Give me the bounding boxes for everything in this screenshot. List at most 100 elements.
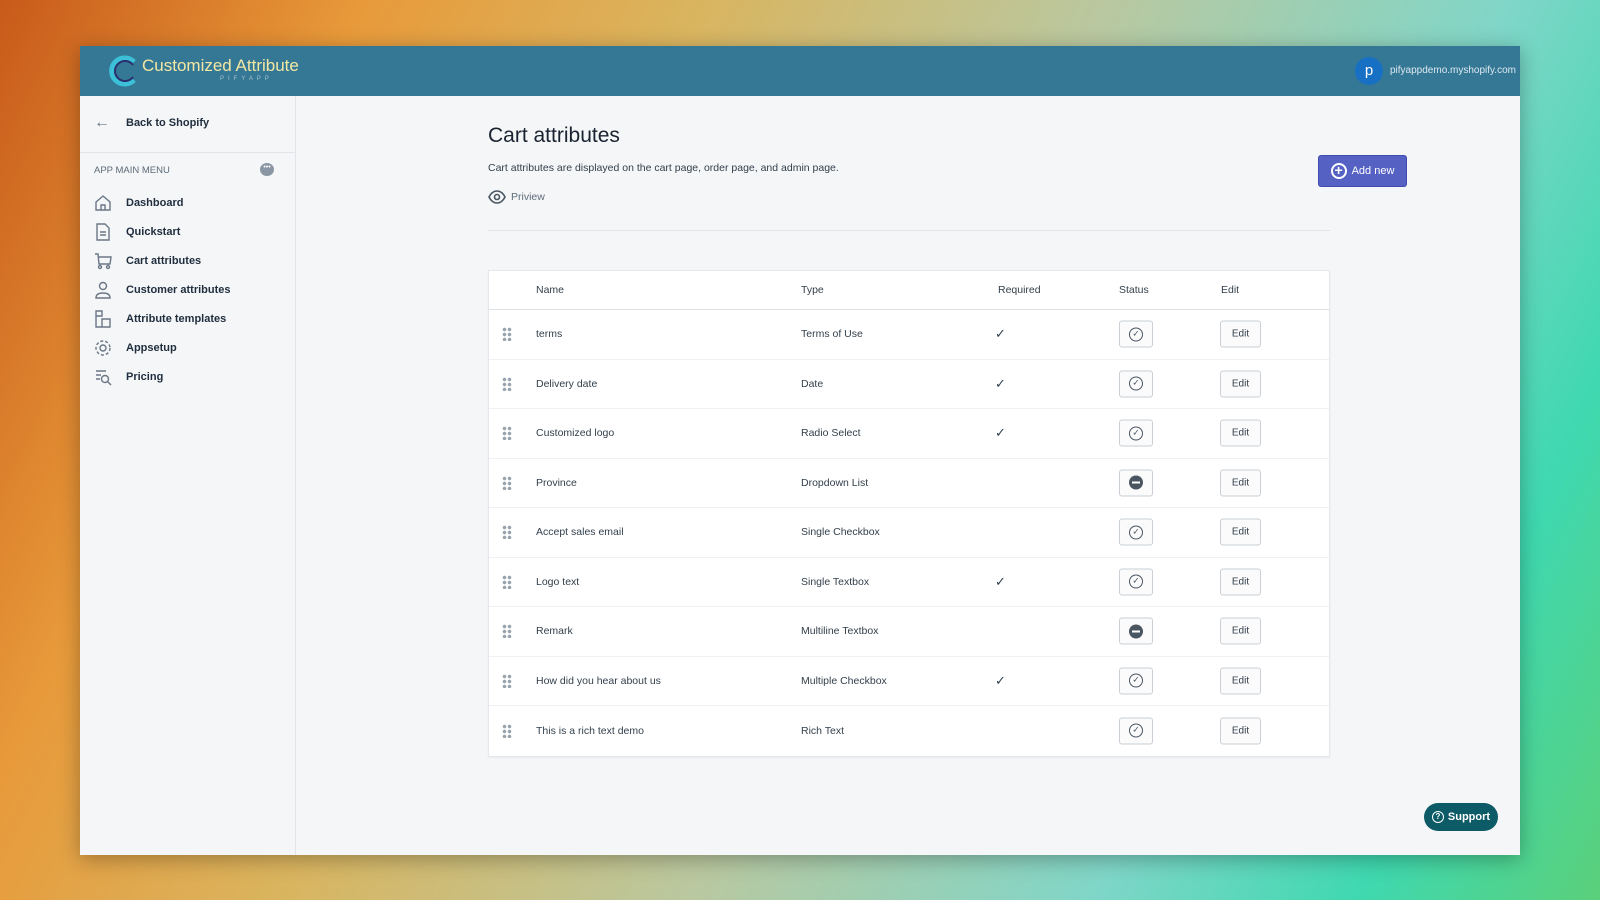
row-type: Single Textbox [801, 576, 869, 588]
edit-button[interactable]: Edit [1220, 469, 1261, 496]
sidebar-item-attribute-templates[interactable]: Attribute templates [94, 304, 231, 333]
check-circle-icon: ✓ [1129, 674, 1143, 688]
drag-handle-icon[interactable] [502, 327, 512, 341]
shop-domain[interactable]: pifyappdemo.myshopify.com [1390, 65, 1516, 76]
minus-circle-icon [1129, 624, 1143, 638]
edit-button[interactable]: Edit [1220, 618, 1261, 645]
support-label: Support [1448, 811, 1490, 823]
drag-handle-icon[interactable] [502, 377, 512, 391]
sidebar-item-label: Dashboard [126, 197, 183, 209]
table-row: How did you hear about us Multiple Check… [489, 657, 1329, 707]
edit-button[interactable]: Edit [1220, 667, 1261, 694]
row-name: Logo text [536, 576, 579, 588]
row-name: terms [536, 328, 562, 340]
table-row: Accept sales email Single Checkbox ✓ Edi… [489, 508, 1329, 558]
drag-handle-icon[interactable] [502, 525, 512, 539]
sidebar-item-cart-attributes[interactable]: Cart attributes [94, 246, 231, 275]
add-new-button[interactable]: +Add new [1318, 155, 1407, 187]
col-name: Name [536, 284, 564, 296]
check-circle-icon: ✓ [1129, 327, 1143, 341]
table-row: Remark Multiline Textbox Edit [489, 607, 1329, 657]
minus-circle-icon [1129, 476, 1143, 490]
edit-button[interactable]: Edit [1220, 717, 1261, 744]
status-toggle[interactable] [1119, 469, 1153, 496]
row-name: Delivery date [536, 378, 597, 390]
cart-icon [94, 252, 112, 270]
sidebar-item-appsetup[interactable]: Appsetup [94, 333, 231, 362]
check-circle-icon: ✓ [1129, 575, 1143, 589]
sidebar-item-label: Quickstart [126, 226, 180, 238]
table-row: This is a rich text demo Rich Text ✓ Edi… [489, 706, 1329, 756]
col-type: Type [801, 284, 824, 296]
drag-handle-icon[interactable] [502, 674, 512, 688]
row-name: Customized logo [536, 427, 614, 439]
preview-link[interactable]: Priview [488, 190, 545, 204]
sidebar-item-customer-attributes[interactable]: Customer attributes [94, 275, 231, 304]
col-status: Status [1119, 284, 1149, 296]
support-button[interactable]: ? Support [1424, 803, 1498, 831]
home-icon [94, 194, 112, 212]
brand-name: Customized Attribute [142, 56, 299, 75]
edit-button[interactable]: Edit [1220, 420, 1261, 447]
attributes-table: Name Type Required Status Edit terms Ter… [488, 270, 1330, 757]
divider [80, 152, 295, 153]
app-logo-icon [106, 54, 142, 88]
check-circle-icon: ✓ [1129, 724, 1143, 738]
status-toggle[interactable]: ✓ [1119, 667, 1153, 694]
status-toggle[interactable] [1119, 618, 1153, 645]
sidebar-item-label: Appsetup [126, 342, 177, 354]
status-toggle[interactable]: ✓ [1119, 370, 1153, 397]
back-label: Back to Shopify [126, 117, 209, 129]
sidebar-item-pricing[interactable]: Pricing [94, 362, 231, 391]
drag-handle-icon[interactable] [502, 426, 512, 440]
add-new-label: Add new [1352, 165, 1395, 177]
sidebar-item-quickstart[interactable]: Quickstart [94, 217, 231, 246]
edit-button[interactable]: Edit [1220, 321, 1261, 348]
drag-handle-icon[interactable] [502, 724, 512, 738]
back-to-shopify-link[interactable]: ←Back to Shopify [94, 114, 209, 132]
drag-handle-icon[interactable] [502, 575, 512, 589]
eye-icon [488, 190, 506, 204]
table-row: Customized logo Radio Select ✓ ✓ Edit [489, 409, 1329, 459]
brand-sub: PIFYAPP [220, 76, 273, 82]
edit-button[interactable]: Edit [1220, 568, 1261, 595]
status-toggle[interactable]: ✓ [1119, 420, 1153, 447]
edit-button[interactable]: Edit [1220, 370, 1261, 397]
drag-handle-icon[interactable] [502, 624, 512, 638]
app-brand: Customized AttributePIFYAPP [142, 56, 299, 76]
row-type: Radio Select [801, 427, 861, 439]
row-name: Accept sales email [536, 526, 624, 538]
required-check: ✓ [995, 326, 1006, 342]
table-header: Name Type Required Status Edit [489, 271, 1329, 310]
row-type: Dropdown List [801, 477, 868, 489]
app-window: Customized AttributePIFYAPP p pifyappdem… [80, 46, 1520, 855]
sidebar-item-dashboard[interactable]: Dashboard [94, 188, 231, 217]
table-row: Logo text Single Textbox ✓ ✓ Edit [489, 558, 1329, 608]
top-bar: Customized AttributePIFYAPP p pifyappdem… [80, 46, 1520, 96]
chat-icon[interactable]: ••• [260, 163, 274, 176]
row-type: Multiline Textbox [801, 625, 878, 637]
row-name: Province [536, 477, 577, 489]
status-toggle[interactable]: ✓ [1119, 321, 1153, 348]
status-toggle[interactable]: ✓ [1119, 717, 1153, 744]
search-list-icon [94, 368, 112, 386]
gear-icon [94, 339, 112, 357]
table-row: Province Dropdown List Edit [489, 459, 1329, 509]
status-toggle[interactable]: ✓ [1119, 568, 1153, 595]
user-icon [94, 281, 112, 299]
col-edit: Edit [1221, 284, 1239, 296]
check-circle-icon: ✓ [1129, 377, 1143, 391]
sidebar-nav: Dashboard Quickstart Cart attributes Cus… [94, 188, 231, 391]
preview-label: Priview [511, 191, 545, 203]
divider [488, 230, 1330, 231]
row-name: How did you hear about us [536, 675, 661, 687]
required-check: ✓ [995, 376, 1006, 392]
drag-handle-icon[interactable] [502, 476, 512, 490]
status-toggle[interactable]: ✓ [1119, 519, 1153, 546]
arrow-left-icon: ← [94, 114, 126, 132]
avatar[interactable]: p [1355, 57, 1383, 85]
edit-button[interactable]: Edit [1220, 519, 1261, 546]
help-icon: ? [1432, 811, 1444, 823]
row-name: Remark [536, 625, 573, 637]
row-type: Terms of Use [801, 328, 863, 340]
